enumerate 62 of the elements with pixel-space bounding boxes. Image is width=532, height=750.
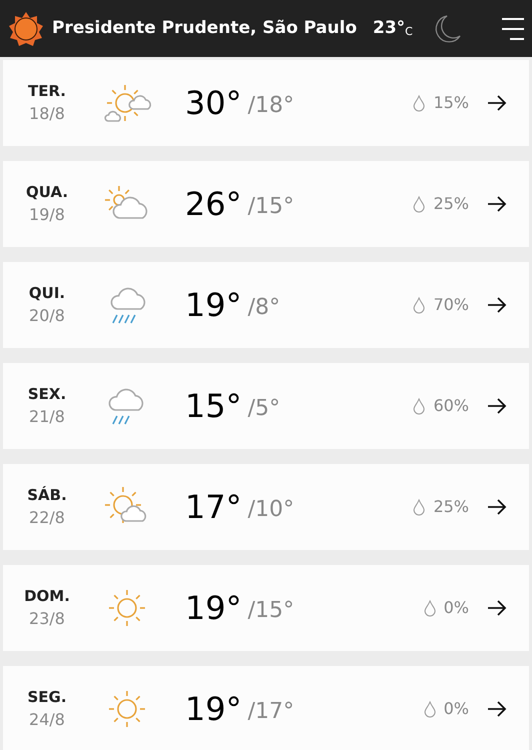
day-row[interactable]: QUA. 19/8 26° /15° 25% (3, 161, 529, 247)
weekday-label: SÁB. (27, 484, 67, 506)
date-label: 23/8 (29, 608, 65, 630)
menu-button[interactable] (500, 18, 524, 40)
date-label: 19/8 (29, 204, 65, 226)
day-row[interactable]: SEG. 24/8 19° /17° 0% (3, 666, 529, 750)
rain-chance: 60% (433, 395, 469, 417)
high-temperature: 17° (185, 487, 242, 528)
drop-icon (413, 196, 426, 212)
current-temperature: 23° (372, 16, 406, 40)
high-temperature: 19° (185, 285, 242, 326)
location-title: Presidente Prudente, São Paulo (52, 16, 357, 40)
drop-icon (413, 398, 426, 414)
temperature-unit: C (405, 24, 413, 40)
rain-chance: 15% (433, 92, 469, 114)
moon-icon (432, 14, 461, 44)
low-temperature: /15° (248, 192, 294, 220)
arrow-right-icon[interactable] (487, 196, 507, 212)
weekday-label: QUA. (26, 182, 68, 203)
low-temperature: /17° (248, 698, 294, 726)
rain-chance: 25% (433, 193, 469, 215)
day-row[interactable]: SÁB. 22/8 17° /10° 25% (3, 464, 529, 550)
weekday-label: TER. (28, 80, 66, 102)
date-label: 21/8 (29, 406, 65, 428)
arrow-right-icon[interactable] (487, 398, 507, 414)
arrow-right-icon[interactable] (487, 499, 507, 515)
rain-chance: 70% (433, 294, 469, 316)
low-temperature: /15° (248, 596, 294, 624)
high-temperature: 15° (185, 386, 242, 427)
rain-chance: 0% (444, 698, 469, 720)
drop-icon (413, 296, 426, 314)
day-row[interactable]: QUI. 20/8 19° /8° 70% (3, 262, 529, 348)
arrow-right-icon[interactable] (487, 297, 507, 313)
date-label: 24/8 (29, 709, 65, 732)
day-row[interactable]: DOM. 23/8 19° /15° 0% (3, 565, 529, 651)
drop-icon (424, 600, 436, 616)
date-label: 22/8 (29, 507, 65, 530)
arrow-right-icon[interactable] (487, 95, 507, 111)
drop-icon (413, 498, 426, 516)
low-temperature: /5° (248, 394, 280, 422)
high-temperature: 30° (185, 83, 242, 124)
high-temperature: 26° (185, 184, 242, 225)
day-row[interactable]: SEX. 21/8 15° /5° 60% (3, 363, 529, 449)
date-label: 18/8 (29, 103, 65, 126)
rain-chance: 0% (444, 597, 469, 619)
high-temperature: 19° (185, 588, 242, 629)
weekday-label: DOM. (24, 586, 70, 607)
date-label: 20/8 (29, 305, 65, 328)
rain-chance: 25% (433, 496, 469, 518)
weekday-label: SEG. (27, 686, 67, 708)
arrow-right-icon[interactable] (487, 701, 507, 717)
low-temperature: /18° (248, 92, 294, 120)
high-temperature: 19° (185, 689, 242, 730)
sun-logo-icon (8, 10, 44, 46)
low-temperature: /8° (248, 294, 280, 322)
weekday-label: SEX. (28, 384, 66, 405)
weekday-label: QUI. (28, 282, 66, 304)
low-temperature: /10° (248, 496, 294, 524)
drop-icon (413, 94, 426, 112)
arrow-right-icon[interactable] (487, 600, 507, 616)
day-row[interactable]: TER. 18/8 30° /18° 15% (3, 60, 529, 146)
drop-icon (424, 700, 436, 718)
